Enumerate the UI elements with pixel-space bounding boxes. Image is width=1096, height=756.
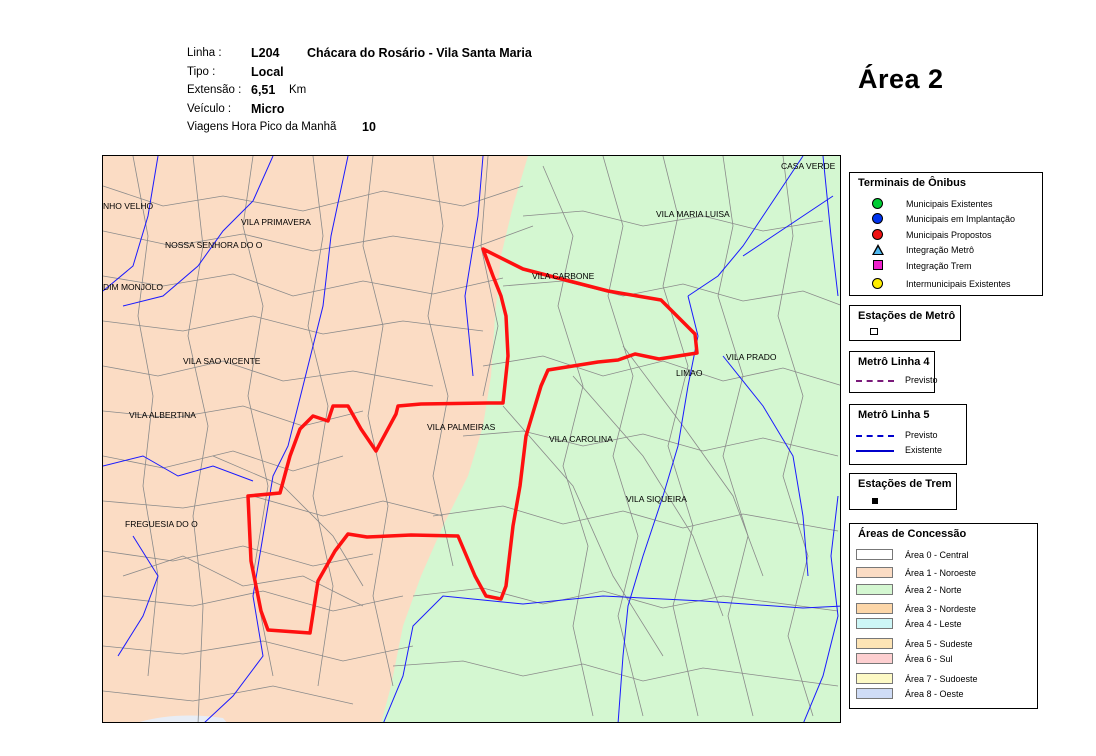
legend-label: Municipais Propostos <box>906 230 992 240</box>
legend-metro-linha5-title: Metrô Linha 5 <box>858 409 930 421</box>
legend-areas: Áreas de Concessão Área 0 - Central Área… <box>849 523 1038 709</box>
legend-label: Previsto <box>905 375 938 385</box>
legend-label: Área 5 - Sudeste <box>905 639 973 649</box>
linha-label: Linha : <box>187 47 222 59</box>
map-label: DIM MONJOLO <box>103 282 163 292</box>
map-label: VILA CAROLINA <box>549 434 613 444</box>
magenta-square-icon <box>873 260 883 270</box>
map-label: FREGUESIA DO O <box>125 519 198 529</box>
legend-estacoes-trem-title: Estações de Trem <box>858 478 952 490</box>
map-label: CASA VERDE <box>781 161 836 171</box>
map-label: VILA PRIMAVERA <box>241 217 311 227</box>
area-swatch <box>856 673 893 684</box>
veiculo-label: Veículo : <box>187 102 232 115</box>
metro-station-icon <box>870 328 878 335</box>
linha-name: Chácara do Rosário - Vila Santa Maria <box>307 46 532 60</box>
legend-areas-title: Áreas de Concessão <box>858 528 967 540</box>
area-swatch <box>856 653 893 664</box>
linha-code: L204 <box>251 46 280 60</box>
triangle-icon <box>872 244 884 255</box>
legend-label: Existente <box>905 445 943 455</box>
legend-estacoes-trem: Estações de Trem <box>849 473 957 510</box>
area-swatch <box>856 584 893 595</box>
tipo-label: Tipo : <box>187 65 216 78</box>
extensao-unit: Km <box>289 84 307 96</box>
yellow-circle-icon <box>872 278 883 289</box>
area-swatch <box>856 618 893 629</box>
map-label: VILA PRADO <box>726 352 777 362</box>
map-label: VILA ALBERTINA <box>129 410 196 420</box>
legend-panel: Terminais de Ônibus Municipais Existente… <box>840 155 1045 723</box>
legend-label: Área 8 - Oeste <box>905 689 964 699</box>
area-swatch <box>856 638 893 649</box>
legend-metro-linha4-title: Metrô Linha 4 <box>858 356 930 368</box>
legend-estacoes-metro: Estações de Metrô <box>849 305 961 341</box>
map-label: NHO VELHO <box>103 201 153 211</box>
purple-dashed-line-icon <box>856 380 894 382</box>
legend-label: Integração Metrô <box>906 245 975 255</box>
map-label: VILA MARIA LUISA <box>656 209 730 219</box>
veiculo-value: Micro <box>251 101 285 116</box>
blue-dashed-line-icon <box>856 435 894 437</box>
legend-label: Área 6 - Sul <box>905 654 953 664</box>
legend-label: Previsto <box>905 430 938 440</box>
legend-estacoes-metro-title: Estações de Metrô <box>858 310 956 322</box>
legend-metro-linha4: Metrô Linha 4 Previsto <box>849 351 938 393</box>
map-label: LIMAO <box>676 368 703 378</box>
extensao-label: Extensão : <box>187 84 242 96</box>
area-swatch <box>856 688 893 699</box>
area-swatch <box>856 603 893 614</box>
legend-label: Municipais Existentes <box>906 199 993 209</box>
map-label: VILA SAO VICENTE <box>183 356 261 366</box>
blue-solid-line-icon <box>856 450 894 452</box>
area-swatch <box>856 567 893 578</box>
viagens-value: 10 <box>362 120 376 134</box>
legend-label: Municipais em Implantação <box>906 214 1016 224</box>
legend-label: Integração Trem <box>906 261 972 271</box>
train-station-icon <box>872 498 878 504</box>
map-label: VILA PALMEIRAS <box>427 422 496 432</box>
green-circle-icon <box>872 198 883 209</box>
legend-metro-linha5: Metrô Linha 5 Previsto Existente <box>849 404 967 465</box>
area-title: Área 2 <box>858 64 944 94</box>
viagens-label: Viagens Hora Pico da Manhã <box>187 121 337 133</box>
legend-label: Área 7 - Sudoeste <box>905 674 978 684</box>
legend-terminais-title: Terminais de Ônibus <box>858 177 966 189</box>
map-label: NOSSA SENHORA DO O <box>165 240 263 250</box>
red-circle-icon <box>872 229 883 240</box>
map-label: VILA SIQUEIRA <box>626 494 687 504</box>
extensao-value: 6,51 <box>251 83 276 97</box>
tipo-value: Local <box>251 64 284 79</box>
legend-label: Área 4 - Leste <box>905 619 962 629</box>
legend-label: Área 3 - Nordeste <box>905 604 977 614</box>
legend-label: Área 1 - Noroeste <box>905 568 977 578</box>
blue-circle-icon <box>872 213 883 224</box>
map-label: VILA CARBONE <box>532 271 595 281</box>
area-swatch <box>856 549 893 560</box>
legend-label: Intermunicipais Existentes <box>906 279 1011 289</box>
legend-label: Área 0 - Central <box>905 550 969 560</box>
legend-label: Área 2 - Norte <box>905 585 962 595</box>
legend-terminais: Terminais de Ônibus Municipais Existente… <box>849 172 1043 296</box>
